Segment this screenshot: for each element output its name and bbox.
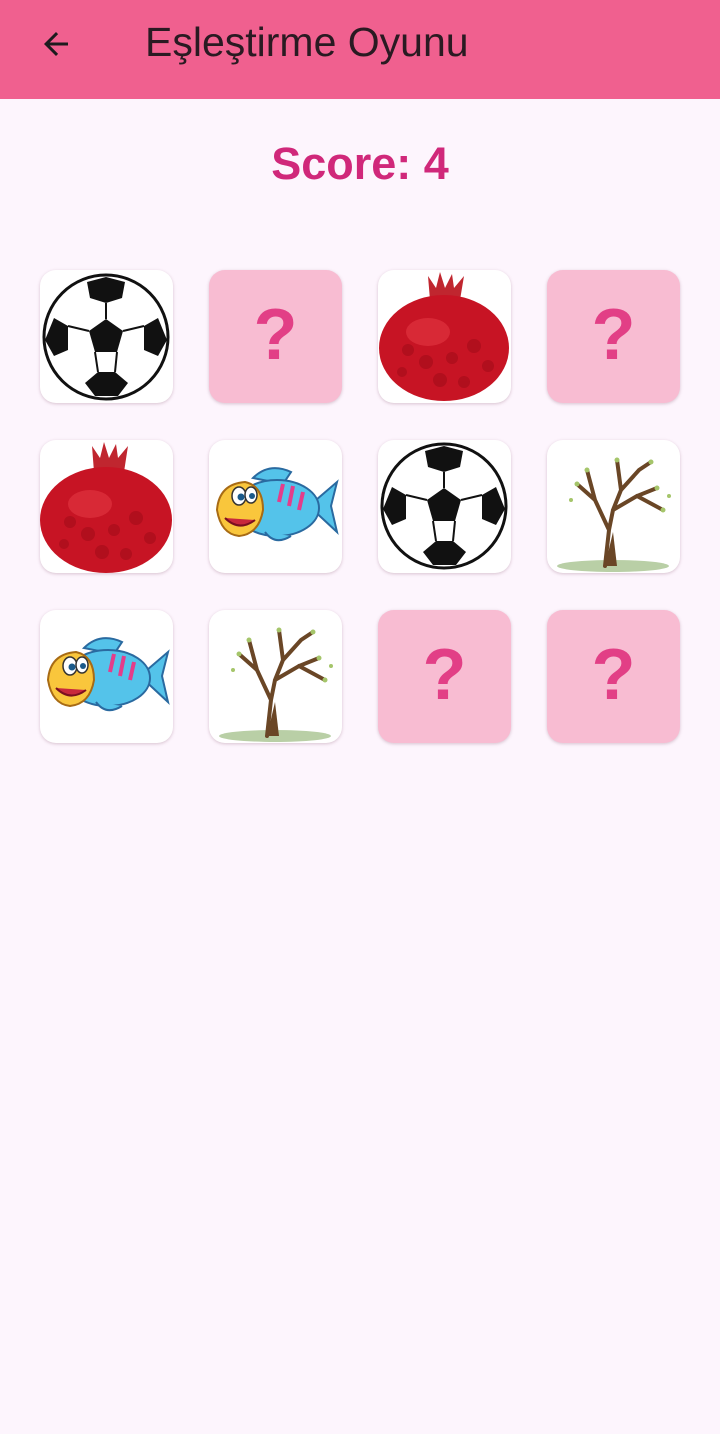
fish-image — [215, 467, 339, 542]
score-label: Score: — [271, 138, 412, 189]
arrow-back-icon — [44, 32, 68, 56]
score-display: Score: 4 — [0, 136, 720, 192]
card-pomegranate[interactable] — [40, 440, 173, 573]
question-mark-icon: ? — [422, 634, 467, 715]
question-mark-icon: ? — [253, 294, 298, 375]
card-soccer-ball[interactable] — [378, 440, 511, 573]
question-mark-icon: ? — [591, 634, 636, 715]
card-hidden[interactable]: ? — [547, 610, 680, 743]
card-fish[interactable] — [40, 610, 173, 743]
app-title: Eşleştirme Oyunu — [145, 19, 469, 65]
card-hidden[interactable]: ? — [547, 270, 680, 403]
question-mark-icon: ? — [591, 294, 636, 375]
card-pomegranate[interactable] — [378, 270, 511, 403]
app-bar: Eşleştirme Oyunu — [0, 0, 720, 99]
pomegranate-image — [40, 442, 172, 573]
card-hidden[interactable]: ? — [209, 270, 342, 403]
score-value: 4 — [423, 138, 449, 189]
soccer-ball-image — [380, 442, 508, 570]
tree-image — [219, 627, 333, 742]
back-button[interactable] — [28, 16, 84, 72]
card-soccer-ball[interactable] — [40, 270, 173, 403]
card-tree[interactable] — [547, 440, 680, 573]
fish-image — [46, 637, 170, 712]
card-grid: ? ? ? ? — [40, 270, 682, 744]
card-hidden[interactable]: ? — [378, 610, 511, 743]
soccer-ball-image — [42, 273, 170, 401]
card-tree[interactable] — [209, 610, 342, 743]
pomegranate-image — [379, 272, 509, 401]
card-fish[interactable] — [209, 440, 342, 573]
tree-image — [557, 457, 671, 572]
